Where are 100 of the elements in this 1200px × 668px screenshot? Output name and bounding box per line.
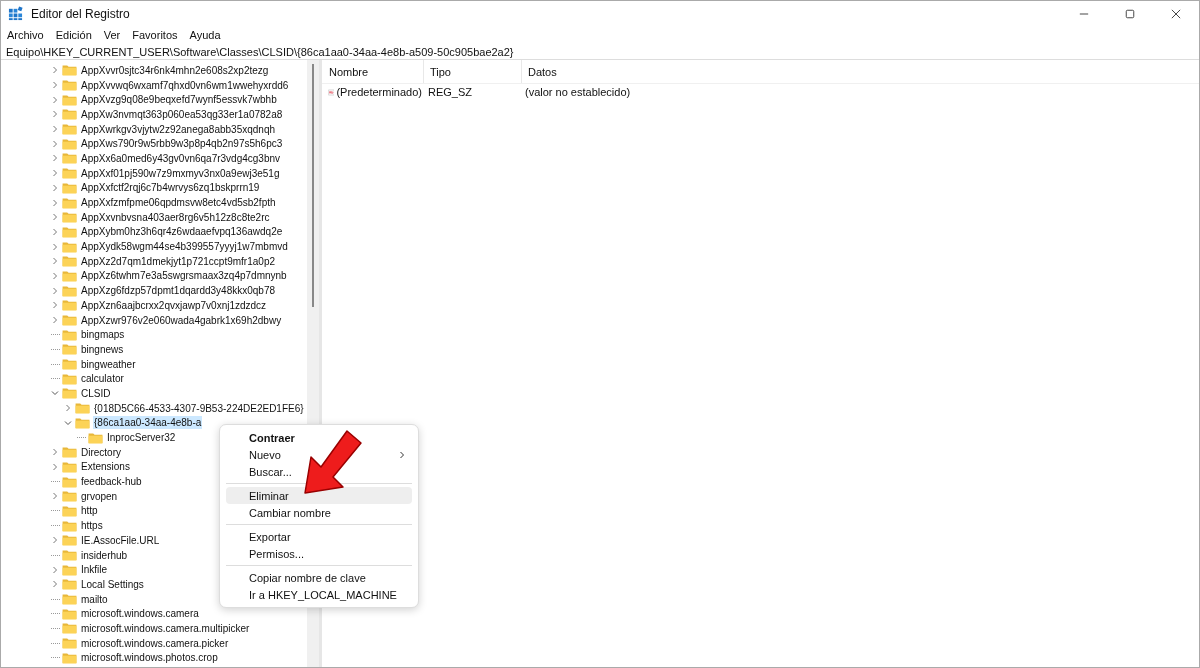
tree-item[interactable]: microsoft.windows.camera.multipicker [80, 621, 251, 635]
tree-item[interactable]: AppXzwr976v2e060wada4gabrk1x69h2dbwy [80, 313, 283, 327]
collapsed-chevron-icon[interactable] [51, 169, 59, 178]
tree-item[interactable]: bingnews [80, 342, 125, 356]
tree-item[interactable]: microsoft.windows.camera.picker [80, 636, 230, 650]
collapsed-chevron-icon[interactable] [51, 565, 59, 574]
tree-item[interactable]: CLSID [80, 386, 112, 400]
tree-item[interactable]: AppXwrkgv3vjytw2z92anega8abb35xqdnqh [80, 122, 277, 136]
menu-option[interactable]: Buscar... [226, 463, 412, 480]
column-header[interactable]: Datos [522, 60, 728, 83]
folder-icon [62, 637, 77, 650]
menu-option[interactable]: Eliminar [226, 487, 412, 504]
collapsed-chevron-icon[interactable] [51, 580, 59, 589]
menu-item[interactable]: Ayuda [189, 28, 221, 41]
folder-icon [62, 358, 77, 371]
tree-item[interactable]: microsoft.windows.camera [80, 607, 200, 621]
collapsed-chevron-icon[interactable] [51, 95, 59, 104]
collapsed-chevron-icon[interactable] [51, 125, 59, 134]
menu-option[interactable]: Exportar [226, 528, 412, 545]
collapsed-chevron-icon[interactable] [51, 286, 59, 295]
folder-icon [62, 64, 77, 77]
tree-item[interactable]: mailto [80, 592, 109, 606]
expanded-chevron-icon[interactable] [51, 389, 59, 398]
menu-option[interactable]: Permisos... [226, 545, 412, 562]
tree-item[interactable]: http [80, 504, 99, 518]
collapsed-chevron-icon[interactable] [51, 242, 59, 251]
collapsed-chevron-icon[interactable] [51, 66, 59, 75]
string-value-icon [328, 86, 335, 98]
tree-item[interactable]: https [80, 519, 104, 533]
folder-icon [62, 372, 77, 385]
collapsed-chevron-icon[interactable] [51, 198, 59, 207]
column-header[interactable]: Nombre [322, 60, 424, 83]
tree-item[interactable]: AppXxvnbvsna403aer8rg6v5h12z8c8te2rc [80, 210, 271, 224]
menu-option[interactable]: Copiar nombre de clave [226, 569, 412, 586]
tree-item[interactable]: Directory [80, 445, 122, 459]
collapsed-chevron-icon[interactable] [51, 110, 59, 119]
folder-icon [62, 490, 77, 503]
tree-item[interactable]: {018D5C66-4533-4307-9B53-224DE2ED1FE6} [93, 401, 305, 415]
collapsed-chevron-icon[interactable] [51, 257, 59, 266]
folder-icon [62, 549, 77, 562]
tree-item[interactable]: AppXxfctf2rqj6c7b4wrvys6zq1bskprrn19 [80, 181, 261, 195]
menu-item[interactable]: Edición [55, 28, 92, 41]
collapsed-chevron-icon[interactable] [51, 213, 59, 222]
collapsed-chevron-icon[interactable] [51, 448, 59, 457]
tree-item[interactable]: AppXws790r9w5rbb9w3p8p4qb2n97s5h6pc3 [80, 137, 284, 151]
tree-item[interactable]: AppXz2d7qm1dmekjyt1p721ccpt9mfr1a0p2 [80, 254, 276, 268]
tree-item[interactable]: grvopen [80, 489, 119, 503]
tree-item[interactable]: calculator [80, 372, 125, 386]
menu-item[interactable]: Favoritos [132, 28, 178, 41]
collapsed-chevron-icon[interactable] [64, 404, 72, 413]
collapsed-chevron-icon[interactable] [51, 81, 59, 90]
tree-item[interactable]: AppXvvwq6wxamf7qhxd0vn6wm1wwehyxrdd6 [80, 78, 290, 92]
tree-item[interactable]: Extensions [80, 460, 131, 474]
window-title: Editor del Registro [31, 6, 130, 21]
collapsed-chevron-icon[interactable] [51, 492, 59, 501]
tree-item[interactable]: bingmaps [80, 328, 126, 342]
collapsed-chevron-icon[interactable] [51, 316, 59, 325]
menu-item[interactable]: Ver [103, 28, 121, 41]
menu-option[interactable]: Contraer [226, 429, 412, 446]
tree-item[interactable]: AppXydk58wgm44se4b399557yyyj1w7mbmvd [80, 240, 289, 254]
collapsed-chevron-icon[interactable] [51, 301, 59, 310]
tree-item[interactable]: microsoft.windows.photos.crop [80, 651, 219, 665]
folder-icon [62, 79, 77, 92]
tree-item[interactable]: AppXz6twhm7e3a5swgrsmaax3zq4p7dmnynb [80, 269, 288, 283]
menu-item[interactable]: Archivo [7, 28, 44, 41]
folder-icon [62, 299, 77, 312]
tree-item[interactable]: Inkfile [80, 563, 109, 577]
folder-icon [62, 387, 77, 400]
tree-item[interactable]: IE.AssocFile.URL [80, 533, 161, 547]
tree-item[interactable]: AppXw3nvmqt363p060ea53qg33er1a0782a8 [80, 107, 284, 121]
collapsed-chevron-icon[interactable] [51, 462, 59, 471]
tree-item[interactable]: AppXzg6fdzp57dpmt1dqardd3y48kkx0qb78 [80, 284, 277, 298]
column-header[interactable]: Tipo [424, 60, 522, 83]
tree-item[interactable]: AppXx6a0med6y43gv0vn6qa7r3vdg4cg3bnv [80, 151, 282, 165]
tree-item[interactable]: AppXxf01pj590w7z9mxmyv3nx0a9ewj3e51g [80, 166, 281, 180]
menu-option[interactable]: Cambiar nombre [226, 504, 412, 521]
collapsed-chevron-icon[interactable] [51, 271, 59, 280]
tree-item[interactable]: Local Settings [80, 577, 145, 591]
tree-item[interactable]: {86ca1aa0-34aa-4e8b-a [93, 416, 203, 430]
collapsed-chevron-icon[interactable] [51, 139, 59, 148]
tree-item[interactable]: insiderhub [80, 548, 129, 562]
address-field[interactable]: Equipo\HKEY_CURRENT_USER\Software\Classes\CLSID\{86ca1aa0-34aa-4e8b-a509-50c905bae2a2} [1, 45, 1199, 60]
folder-icon [62, 108, 77, 121]
tree-item[interactable]: AppXxfzmfpme06qpdmsvw8etc4vd5sb2fpth [80, 196, 277, 210]
tree-item[interactable]: AppXvvr0sjtc34r6nk4mhn2e608s2xp2tezg [80, 63, 270, 77]
tree-item[interactable]: bingweather [80, 357, 137, 371]
folder-icon [75, 416, 90, 429]
menu-option[interactable]: Ir a HKEY_LOCAL_MACHINE [226, 586, 412, 603]
collapsed-chevron-icon[interactable] [51, 227, 59, 236]
expanded-chevron-icon[interactable] [64, 418, 72, 427]
menu-option[interactable]: Nuevo [226, 446, 412, 463]
collapsed-chevron-icon[interactable] [51, 536, 59, 545]
tree-item[interactable]: AppXvzg9q08e9beqxefd7wynf5essvk7wbhb [80, 93, 278, 107]
collapsed-chevron-icon[interactable] [51, 183, 59, 192]
tree-item[interactable]: feedback-hub [80, 475, 143, 489]
folder-icon [62, 534, 77, 547]
tree-item[interactable]: AppXybm0hz3h6qr4z6wdaaefvpq136awdq2e [80, 225, 284, 239]
tree-item[interactable]: AppXzn6aajbcrxx2qvxjawp7v0xnj1zdzdcz [80, 298, 268, 312]
collapsed-chevron-icon[interactable] [51, 154, 59, 163]
tree-item[interactable]: InprocServer32 [106, 431, 177, 445]
